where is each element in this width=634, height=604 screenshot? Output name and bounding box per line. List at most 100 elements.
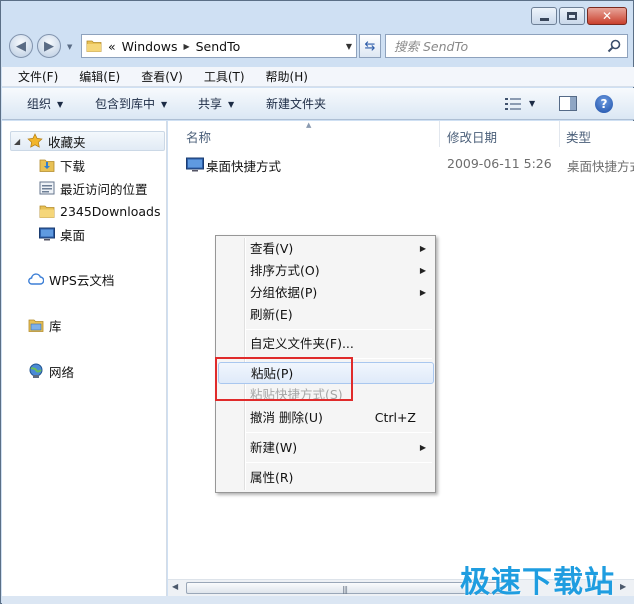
- file-type: 桌面快捷方式: [567, 159, 634, 174]
- refresh-icon: ⇆: [364, 38, 376, 54]
- nav-item-2345downloads-label: 2345Downloads: [60, 203, 161, 219]
- include-in-library-button[interactable]: 包含到库中 ▼: [95, 88, 167, 120]
- desktop-shortcut-icon: [186, 157, 204, 172]
- desktop-icon: [39, 227, 55, 241]
- include-dropdown-icon: ▼: [161, 99, 168, 109]
- context-menu-new[interactable]: 新建(W) ▶: [218, 437, 434, 459]
- column-header-name[interactable]: 名称: [186, 127, 211, 146]
- menu-help[interactable]: 帮助(H): [250, 67, 313, 87]
- breadcrumb-windows[interactable]: Windows: [122, 39, 178, 54]
- maximize-button[interactable]: [559, 7, 585, 25]
- nav-item-recent-places[interactable]: 最近访问的位置: [39, 178, 148, 198]
- context-menu-view[interactable]: 查看(V) ▶: [218, 238, 434, 260]
- scroll-right-icon[interactable]: ▶: [620, 582, 626, 591]
- help-icon[interactable]: ?: [595, 95, 613, 113]
- column-header-type[interactable]: 类型: [566, 127, 591, 146]
- nav-item-downloads[interactable]: 下载: [39, 155, 85, 175]
- menu-tools[interactable]: 工具(T): [188, 67, 250, 87]
- nav-wps-cloud-label: WPS云文档: [49, 272, 115, 288]
- share-label: 共享: [198, 97, 223, 111]
- library-icon: [28, 319, 44, 332]
- nav-network-label: 网络: [49, 364, 75, 380]
- context-menu-properties[interactable]: 属性(R): [218, 467, 434, 489]
- minimize-button[interactable]: [531, 7, 557, 25]
- column-divider[interactable]: [559, 121, 560, 147]
- share-button[interactable]: 共享 ▼: [198, 88, 234, 120]
- search-icon[interactable]: [607, 39, 621, 53]
- context-menu-refresh[interactable]: 刷新(E): [218, 304, 434, 326]
- network-icon: [29, 363, 43, 378]
- submenu-arrow-icon: ▶: [419, 244, 426, 253]
- address-bar[interactable]: « Windows ▶ SendTo ▼: [81, 34, 357, 58]
- address-dropdown-icon[interactable]: ▼: [346, 42, 352, 51]
- share-dropdown-icon: ▼: [228, 99, 235, 109]
- file-name: 桌面快捷方式: [206, 159, 282, 174]
- nav-wps-cloud[interactable]: WPS云文档: [28, 269, 114, 289]
- column-divider[interactable]: [439, 121, 440, 147]
- menu-separator: [246, 462, 432, 463]
- nav-libraries-label: 库: [49, 318, 62, 334]
- organize-dropdown-icon: ▼: [57, 99, 64, 109]
- explorer-window: ✕ ◀ ▶ ▼ « Windows ▶ SendTo ▼ ⇆ 文件(F): [0, 0, 634, 604]
- column-header-date[interactable]: 修改日期: [447, 127, 497, 146]
- window-controls: ✕: [531, 7, 627, 25]
- cloud-icon: [28, 273, 44, 285]
- star-icon: [27, 133, 43, 148]
- nav-network[interactable]: 网络: [28, 361, 74, 381]
- back-arrow-icon: ◀: [16, 38, 26, 54]
- new-folder-button[interactable]: 新建文件夹: [266, 88, 326, 120]
- downloads-folder-icon: [39, 159, 55, 172]
- nav-item-desktop[interactable]: 桌面: [39, 224, 85, 244]
- navigation-row: ◀ ▶ ▼ « Windows ▶ SendTo ▼ ⇆: [9, 33, 629, 59]
- navigation-pane: ◢ 收藏夹 下载 最近访问的位置 2345Downloads 桌面 WPS云文档…: [2, 121, 167, 604]
- menu-separator: [246, 329, 432, 330]
- context-menu-refresh-label: 刷新(E): [250, 307, 293, 322]
- recent-places-icon: [39, 181, 55, 195]
- menu-separator: [246, 432, 432, 433]
- scrollbar-grip-icon: |||: [342, 585, 348, 594]
- breadcrumb-sendto[interactable]: SendTo: [196, 39, 241, 54]
- context-menu-undo-shortcut: Ctrl+Z: [374, 410, 416, 425]
- nav-item-2345downloads[interactable]: 2345Downloads: [39, 201, 160, 221]
- close-button[interactable]: ✕: [587, 7, 627, 25]
- nav-favorites-label: 收藏夹: [48, 134, 86, 150]
- nav-favorites[interactable]: ◢ 收藏夹: [10, 131, 165, 151]
- collapse-arrow-icon[interactable]: ◢: [14, 137, 20, 146]
- refresh-button[interactable]: ⇆: [359, 34, 381, 58]
- back-button[interactable]: ◀: [9, 34, 33, 58]
- maximize-icon: [567, 12, 577, 20]
- menu-edit[interactable]: 编辑(E): [63, 67, 125, 87]
- organize-button[interactable]: 组织 ▼: [27, 88, 63, 120]
- context-menu-customize[interactable]: 自定义文件夹(F)...: [218, 333, 434, 355]
- recent-pages-dropdown[interactable]: ▼: [67, 43, 72, 51]
- folder-icon: [39, 205, 55, 218]
- context-menu-group[interactable]: 分组依据(P) ▶: [218, 282, 434, 304]
- preview-pane-icon[interactable]: [559, 96, 577, 111]
- search-box[interactable]: [385, 34, 628, 58]
- breadcrumb-overflow[interactable]: «: [108, 39, 116, 54]
- nav-item-downloads-label: 下载: [60, 158, 86, 174]
- minimize-icon: [539, 17, 549, 21]
- context-menu-view-label: 查看(V): [250, 241, 294, 256]
- search-input[interactable]: [394, 35, 594, 57]
- menu-view[interactable]: 查看(V): [125, 67, 188, 87]
- file-row[interactable]: 桌面快捷方式 2009-06-11 5:26 桌面快捷方式: [180, 155, 634, 175]
- view-options-icon[interactable]: [505, 98, 521, 110]
- view-dropdown-icon[interactable]: ▼: [529, 99, 535, 108]
- file-date: 2009-06-11 5:26: [447, 156, 552, 171]
- folder-icon: [86, 40, 102, 52]
- context-menu-customize-label: 自定义文件夹(F)...: [250, 336, 354, 351]
- menu-file[interactable]: 文件(F): [2, 67, 63, 87]
- forward-button[interactable]: ▶: [37, 34, 61, 58]
- breadcrumb-separator-icon[interactable]: ▶: [183, 42, 189, 51]
- context-menu-sort[interactable]: 排序方式(O) ▶: [218, 260, 434, 282]
- context-menu-undo-label: 撤消 删除(U): [250, 410, 323, 425]
- scroll-left-icon[interactable]: ◀: [172, 582, 178, 591]
- organize-label: 组织: [27, 97, 52, 111]
- context-menu-undo[interactable]: 撤消 删除(U) Ctrl+Z: [218, 407, 434, 429]
- nav-item-desktop-label: 桌面: [60, 227, 86, 243]
- include-in-library-label: 包含到库中: [95, 97, 156, 111]
- watermark-logo: 极速下载站: [460, 565, 615, 600]
- context-menu-properties-label: 属性(R): [250, 470, 294, 485]
- nav-libraries[interactable]: 库: [28, 315, 62, 335]
